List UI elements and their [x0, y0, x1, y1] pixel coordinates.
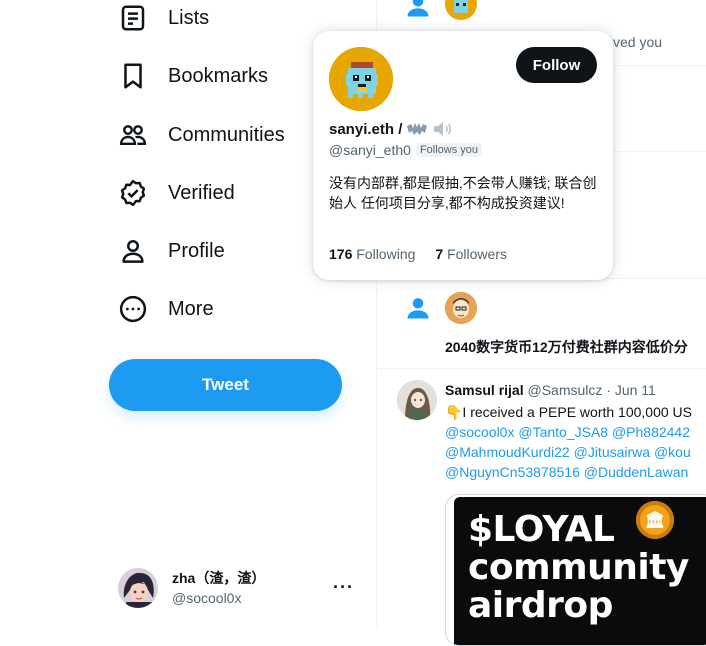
tweet-media[interactable]: 🏛 $LOYAL community airdrop [445, 494, 706, 646]
profile-hover-card: Follow sanyi.eth / @sanyi_eth0 Follows y… [313, 31, 613, 280]
media-image: 🏛 $LOYAL community airdrop [454, 497, 706, 645]
tweet-author-avatar[interactable] [397, 380, 437, 420]
followers-stat[interactable]: 7 Followers [435, 246, 507, 262]
hover-card-bio: 没有内部群,都是假抽,不会带人赚钱; 联合创始人 任何项目分享,都不构成投资建议… [329, 175, 597, 211]
hover-card-handle[interactable]: @sanyi_eth0 [329, 142, 411, 158]
nav-label-lists: Lists [168, 6, 210, 29]
follow-notification-icon [407, 0, 429, 17]
tweet-mentions[interactable]: @NguynCn53878516 @DuddenLawan [445, 464, 688, 480]
tweet-button[interactable]: Tweet [109, 359, 342, 411]
media-text-line: airdrop [468, 585, 613, 626]
nav-item-bookmarks[interactable]: Bookmarks [118, 56, 268, 96]
nav-label-verified: Verified [168, 181, 235, 204]
nav-item-verified[interactable]: Verified [118, 173, 235, 213]
hover-card-handle-row: @sanyi_eth0 Follows you [329, 142, 483, 158]
media-text-line: $LOYAL [468, 509, 615, 550]
following-count: 176 [329, 246, 353, 262]
follows-you-badge: Follows you [415, 143, 483, 157]
notification-avatar[interactable] [445, 292, 477, 324]
tweet-author-name[interactable]: Samsul rijal [445, 382, 524, 398]
hover-card-stats: 176 Following 7 Followers [329, 246, 507, 262]
account-name: zha（渣，渣） [172, 570, 266, 586]
nav-label-bookmarks: Bookmarks [168, 64, 269, 87]
bookmark-icon [124, 63, 142, 89]
nav-label-profile: Profile [168, 239, 225, 262]
nav-label-communities: Communities [168, 123, 285, 146]
coin-icon: 🏛 [636, 501, 674, 539]
followers-label: Followers [447, 246, 507, 262]
verified-icon [120, 179, 146, 207]
bat-icon [407, 123, 428, 135]
following-label: Following [356, 246, 416, 262]
hover-card-name-row[interactable]: sanyi.eth / [329, 120, 454, 138]
nav-item-communities[interactable]: Communities [118, 115, 285, 155]
timeline-divider [377, 368, 706, 369]
notification-text: ved you [613, 34, 663, 50]
more-circle-icon [119, 295, 147, 323]
profile-icon [122, 239, 144, 263]
nav-label-more: More [168, 297, 214, 320]
hover-card-name: sanyi.eth / [329, 120, 403, 138]
account-avatar [118, 568, 158, 608]
followers-count: 7 [435, 246, 444, 262]
follow-notification-icon [407, 298, 429, 319]
tweet-header: Samsul rijal @Samsulcz · Jun 11 [445, 382, 656, 398]
nav-item-profile[interactable]: Profile [118, 231, 225, 271]
hover-card-avatar[interactable] [329, 47, 393, 111]
nav-item-more[interactable]: More [118, 289, 214, 329]
nav-item-lists[interactable]: Lists [118, 0, 209, 38]
media-text-line: community [468, 547, 689, 588]
speaker-icon [434, 122, 452, 136]
notification-heading[interactable]: 2040数字货币12万付费社群内容低价分 [445, 337, 688, 357]
account-more-icon[interactable]: ··· [333, 577, 354, 598]
list-icon [121, 5, 145, 31]
notification-avatar[interactable] [445, 0, 477, 20]
tweet-mentions[interactable]: @MahmoudKurdi22 @Jitusairwa @kou [445, 444, 691, 460]
tweet-separator: · [606, 382, 611, 398]
following-stat[interactable]: 176 Following [329, 246, 415, 262]
communities-icon [119, 125, 147, 145]
follow-button[interactable]: Follow [516, 47, 597, 83]
tweet-mentions[interactable]: @socool0x @Tanto_JSA8 @Ph882442 [445, 424, 690, 440]
account-handle: @socool0x [172, 590, 242, 606]
tweet-date[interactable]: Jun 11 [615, 382, 656, 398]
tweet-author-handle[interactable]: @Samsulcz [527, 382, 602, 398]
tweet-text: 👇I received a PEPE worth 100,000 US [445, 404, 693, 420]
account-switcher[interactable]: zha（渣，渣） @socool0x ··· [118, 565, 368, 611]
